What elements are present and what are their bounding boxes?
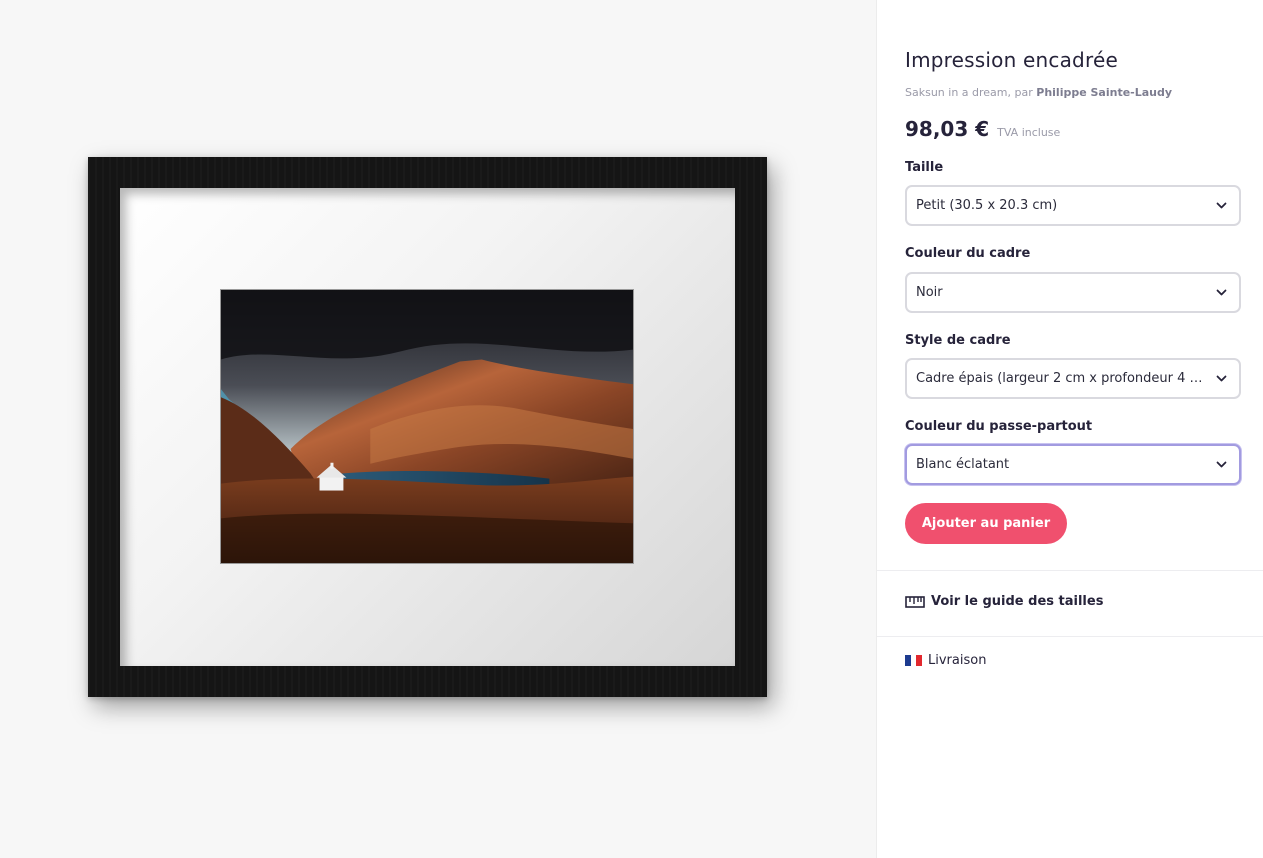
product-subtitle: Saksun in a dream, par Philippe Sainte-L… [905,86,1172,99]
product-config-panel: Impression encadrée Saksun in a dream, p… [876,0,1263,858]
size-select[interactable]: Petit (30.5 x 20.3 cm) [905,185,1241,226]
chevron-down-icon [1216,200,1227,211]
ruler-icon [905,595,925,608]
size-label: Taille [905,160,944,175]
size-select-value: Petit (30.5 x 20.3 cm) [916,198,1058,213]
product-preview [0,0,876,858]
chevron-down-icon [1216,287,1227,298]
passe-partout-mat [120,188,735,666]
product-title: Impression encadrée [905,48,1118,72]
french-flag-icon [905,655,923,666]
frame-style-select[interactable]: Cadre épais (largeur 2 cm x profondeur 4… [905,358,1241,399]
frame-color-select[interactable]: Noir [905,272,1241,313]
black-frame [88,157,767,697]
price: 98,03 € [905,117,990,141]
price-row: 98,03 € TVA incluse [905,117,1060,141]
divider [877,570,1263,571]
size-guide-link[interactable]: Voir le guide des tailles [905,594,1103,609]
add-to-cart-button[interactable]: Ajouter au panier [905,503,1067,544]
frame-color-select-value: Noir [916,285,943,300]
frame-color-label: Couleur du cadre [905,246,1031,261]
shipping-label: Livraison [928,653,987,668]
divider [877,636,1263,637]
frame-style-select-value: Cadre épais (largeur 2 cm x profondeur 4… [916,371,1205,386]
mat-color-label: Couleur du passe-partout [905,419,1093,434]
shipping-link[interactable]: Livraison [905,653,986,668]
mat-color-select-value: Blanc éclatant [916,457,1010,472]
artwork-image [220,289,634,564]
size-guide-label: Voir le guide des tailles [931,594,1104,609]
vat-note: TVA incluse [997,126,1061,139]
mat-color-select[interactable]: Blanc éclatant [905,444,1241,485]
frame-style-label: Style de cadre [905,333,1011,348]
chevron-down-icon [1216,459,1227,470]
artwork-name: Saksun in a dream, par [905,86,1033,99]
chevron-down-icon [1216,373,1227,384]
artist-link[interactable]: Philippe Sainte-Laudy [1036,86,1172,99]
